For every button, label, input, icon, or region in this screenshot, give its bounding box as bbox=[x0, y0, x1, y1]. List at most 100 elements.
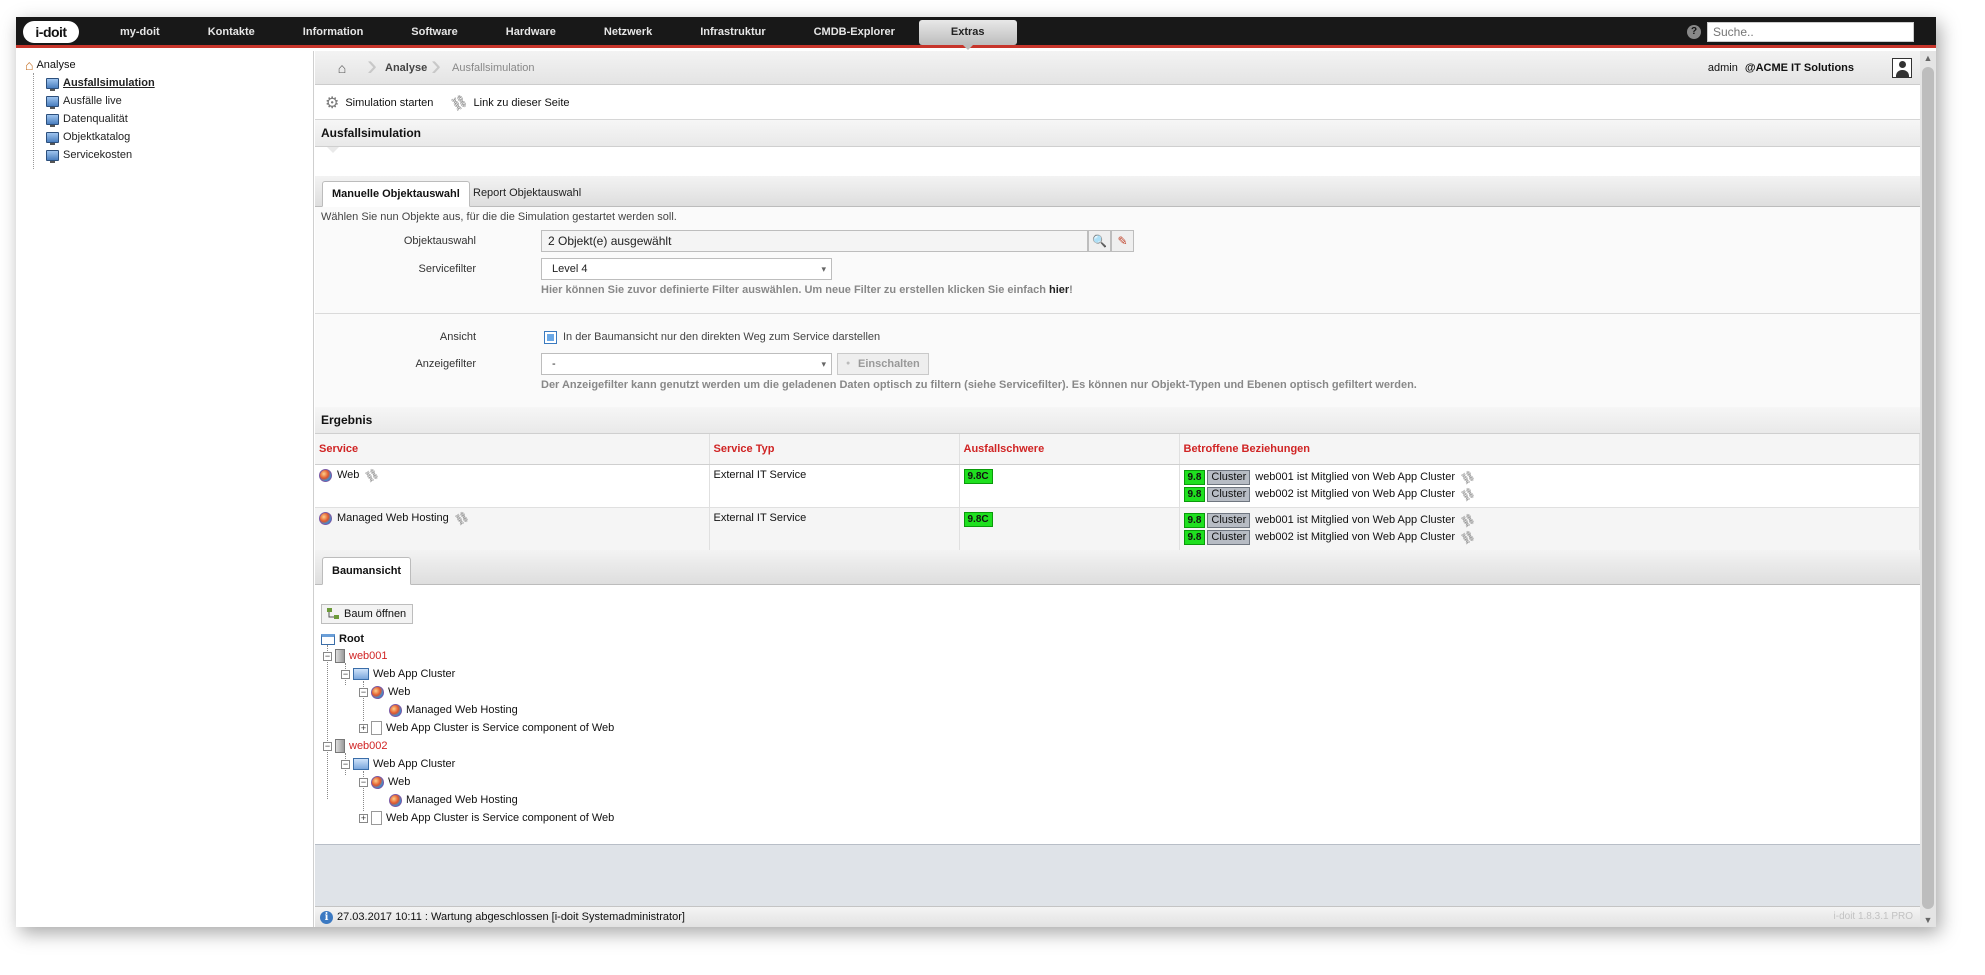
tree-node-cluster[interactable]: − Web App Cluster bbox=[341, 756, 455, 772]
app-window: i-doit my-doit Kontakte Information Soft… bbox=[16, 17, 1936, 927]
tree-node-managed-web-hosting[interactable]: Managed Web Hosting bbox=[389, 792, 518, 808]
column-header-severity[interactable]: Ausfallschwere bbox=[959, 434, 1180, 465]
column-header-service-type[interactable]: Service Typ bbox=[709, 434, 960, 465]
vertical-scrollbar[interactable]: ▲ ▼ bbox=[1920, 51, 1936, 927]
tree-node-managed-web-hosting[interactable]: Managed Web Hosting bbox=[389, 702, 518, 718]
collapse-icon[interactable]: − bbox=[359, 777, 368, 787]
nav-extras[interactable]: Extras bbox=[918, 20, 1017, 50]
nav-my-doit[interactable]: my-doit bbox=[96, 17, 184, 48]
clear-selection-icon[interactable]: ✎ bbox=[1111, 230, 1134, 252]
breadcrumb-analyse[interactable]: Analyse bbox=[385, 51, 427, 85]
tree-node-web[interactable]: − Web bbox=[359, 774, 410, 790]
nav-information[interactable]: Information bbox=[279, 17, 388, 48]
scrollbar-thumb[interactable] bbox=[1922, 67, 1934, 909]
link-icon[interactable]: ⛓ bbox=[1459, 528, 1477, 546]
view-label: Ansicht bbox=[439, 331, 476, 343]
collapse-icon[interactable]: − bbox=[323, 741, 332, 751]
sidebar-item-datenqualitaet[interactable]: Datenqualität bbox=[46, 113, 128, 127]
object-selection-field[interactable]: 2 Objekt(e) ausgewählt bbox=[541, 230, 1088, 252]
tree-node-cluster[interactable]: − Web App Cluster bbox=[341, 666, 455, 682]
tree-node-label: Web bbox=[388, 776, 411, 788]
service-filter-value: Level 4 bbox=[552, 263, 588, 275]
tab-report-selection[interactable]: Report Objektauswahl bbox=[464, 181, 590, 207]
relation-item: 9.8 Cluster web002 ist Mitglied von Web … bbox=[1183, 528, 1916, 546]
search-icon[interactable]: 🔍 bbox=[1088, 230, 1111, 252]
direct-path-checkbox-label: In der Baumansicht nur den direkten Weg … bbox=[563, 331, 881, 343]
help-icon[interactable]: ? bbox=[1687, 25, 1701, 39]
chevron-down-icon: ▾ bbox=[821, 264, 826, 274]
scroll-up-icon[interactable]: ▲ bbox=[1920, 51, 1936, 65]
collapse-icon[interactable]: − bbox=[323, 651, 332, 661]
info-icon: i bbox=[320, 911, 333, 924]
service-filter-label: Servicefilter bbox=[418, 263, 476, 275]
expand-icon[interactable]: + bbox=[359, 813, 368, 823]
idoit-logo[interactable]: i-doit bbox=[23, 21, 79, 43]
user-info[interactable]: admin @ACME IT Solutions bbox=[1708, 51, 1854, 85]
start-simulation-label: Simulation starten bbox=[345, 96, 434, 109]
empty-panel bbox=[315, 844, 1920, 906]
display-filter-select[interactable]: - ▾ bbox=[541, 353, 832, 375]
gear-icon: ⚙ bbox=[325, 94, 340, 112]
scroll-down-icon[interactable]: ▼ bbox=[1920, 913, 1936, 927]
service-name[interactable]: Managed Web Hosting bbox=[337, 512, 449, 524]
result-table: Service Service Typ Ausfallschwere Betro… bbox=[315, 434, 1920, 551]
service-type: External IT Service bbox=[709, 464, 960, 508]
relation-text: web001 ist Mitglied von Web App Cluster bbox=[1255, 471, 1455, 483]
tab-manual-selection[interactable]: Manuelle Objektauswahl bbox=[322, 181, 470, 207]
expand-icon[interactable]: + bbox=[359, 723, 368, 733]
sidebar-item-label: Ausfallsimulation bbox=[63, 77, 155, 89]
nav-infrastruktur[interactable]: Infrastruktur bbox=[676, 17, 789, 48]
sidebar-item-ausfaelle-live[interactable]: Ausfälle live bbox=[46, 95, 122, 109]
server-icon bbox=[335, 739, 345, 753]
tree-node-label: Web App Cluster is Service component of … bbox=[386, 722, 615, 734]
service-filter-select[interactable]: Level 4 ▾ bbox=[541, 258, 832, 280]
nav-kontakte[interactable]: Kontakte bbox=[184, 17, 279, 48]
table-row[interactable]: Managed Web Hosting ⛓ External IT Servic… bbox=[315, 507, 1920, 551]
sidebar-root-analyse[interactable]: ⌂ Analyse bbox=[25, 58, 76, 72]
start-simulation-button[interactable]: ⚙ Simulation starten bbox=[325, 85, 433, 120]
avatar-icon[interactable] bbox=[1892, 58, 1912, 78]
nav-cmdb-explorer[interactable]: CMDB-Explorer bbox=[790, 17, 919, 48]
display-filter-label: Anzeigefilter bbox=[415, 358, 476, 370]
monitor-icon bbox=[46, 149, 59, 163]
tree-node-relation[interactable]: + Web App Cluster is Service component o… bbox=[359, 810, 614, 826]
nav-netzwerk[interactable]: Netzwerk bbox=[580, 17, 676, 48]
tree-node-relation[interactable]: + Web App Cluster is Service component o… bbox=[359, 720, 614, 736]
link-icon[interactable]: ⛓ bbox=[1459, 468, 1477, 486]
page-link-button[interactable]: ⛓ Link zu dieser Seite bbox=[448, 85, 570, 120]
nav-software[interactable]: Software bbox=[387, 17, 481, 48]
tree-node-web002[interactable]: − web002 bbox=[323, 738, 388, 754]
table-row[interactable]: Web ⛓ External IT Service 9.8C 9.8 Clust… bbox=[315, 464, 1920, 508]
column-header-relations[interactable]: Betroffene Beziehungen bbox=[1179, 434, 1920, 465]
collapse-icon[interactable]: − bbox=[341, 669, 350, 679]
sidebar-item-servicekosten[interactable]: Servicekosten bbox=[46, 149, 132, 163]
open-tree-label: Baum öffnen bbox=[344, 608, 407, 620]
collapse-icon[interactable]: − bbox=[341, 759, 350, 769]
relation-tag: Cluster bbox=[1207, 529, 1251, 545]
tree-node-label: Root bbox=[339, 633, 365, 645]
search-input[interactable] bbox=[1707, 22, 1914, 42]
sidebar-item-ausfallsimulation[interactable]: Ausfallsimulation bbox=[46, 77, 155, 91]
nav-hardware[interactable]: Hardware bbox=[482, 17, 580, 48]
display-filter-value: - bbox=[552, 358, 556, 370]
link-icon[interactable]: ⛓ bbox=[1459, 485, 1477, 503]
link-icon[interactable]: ⛓ bbox=[363, 466, 382, 484]
service-globe-icon bbox=[371, 775, 384, 789]
tab-treeview[interactable]: Baumansicht bbox=[322, 557, 412, 585]
tree-node-web[interactable]: − Web bbox=[359, 684, 410, 700]
page-link-label: Link zu dieser Seite bbox=[473, 96, 570, 109]
tenant-name: @ACME IT Solutions bbox=[1744, 62, 1854, 74]
service-filter-create-link[interactable]: hier bbox=[1049, 284, 1069, 296]
direct-path-checkbox[interactable] bbox=[544, 331, 557, 344]
sidebar-item-objektkatalog[interactable]: Objektkatalog bbox=[46, 131, 130, 145]
home-icon[interactable]: ⌂ bbox=[315, 51, 369, 85]
link-icon[interactable]: ⛓ bbox=[1459, 511, 1477, 529]
column-header-service[interactable]: Service bbox=[315, 434, 710, 465]
open-tree-button[interactable]: Baum öffnen bbox=[321, 604, 414, 624]
tree-node-web001[interactable]: − web001 bbox=[323, 648, 388, 664]
collapse-icon[interactable]: − bbox=[359, 687, 368, 697]
top-navigation: i-doit my-doit Kontakte Information Soft… bbox=[16, 17, 1936, 50]
service-name[interactable]: Web bbox=[337, 469, 359, 481]
apply-filter-button[interactable]: Einschalten bbox=[837, 353, 929, 375]
link-icon[interactable]: ⛓ bbox=[452, 509, 471, 527]
